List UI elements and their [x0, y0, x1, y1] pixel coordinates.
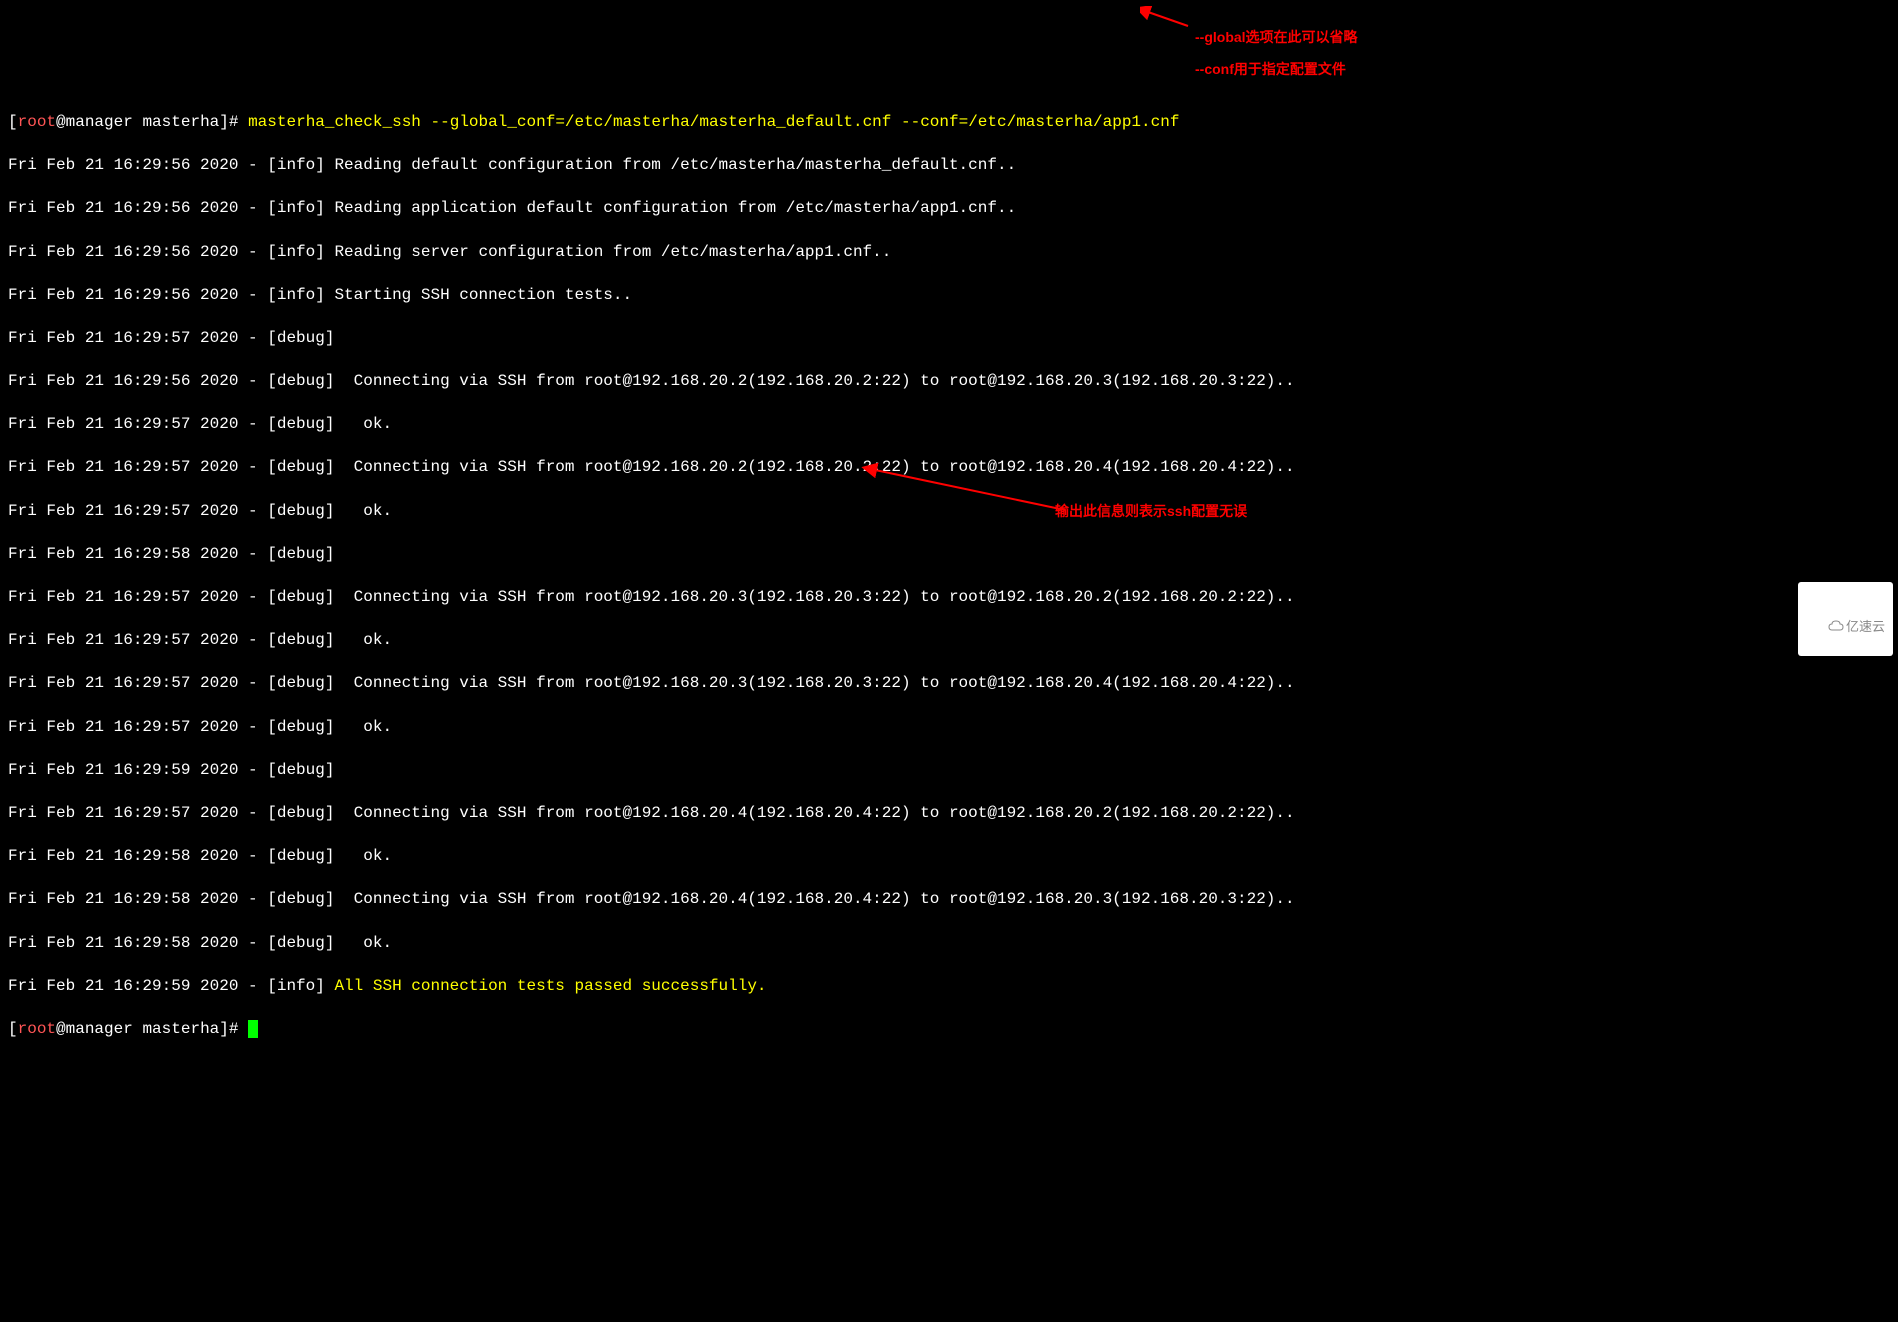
- cursor-icon: [248, 1020, 258, 1038]
- command-line: [root@manager masterha]# masterha_check_…: [8, 112, 1890, 134]
- terminal-output[interactable]: [root@manager masterha]# masterha_check_…: [8, 90, 1890, 1062]
- output-line: Fri Feb 21 16:29:58 2020 - [debug] ok.: [8, 933, 1890, 955]
- output-line: Fri Feb 21 16:29:57 2020 - [debug]: [8, 328, 1890, 350]
- output-line: Fri Feb 21 16:29:59 2020 - [debug]: [8, 760, 1890, 782]
- prompt-at: @: [56, 113, 66, 131]
- watermark: 亿速云: [1798, 582, 1893, 656]
- prompt-bracket-open: [: [8, 113, 18, 131]
- output-line: Fri Feb 21 16:29:56 2020 - [info] Readin…: [8, 155, 1890, 177]
- prompt-space: [238, 1020, 248, 1038]
- prompt-space: [238, 113, 248, 131]
- success-message: All SSH connection tests passed successf…: [334, 977, 766, 995]
- output-line: Fri Feb 21 16:29:57 2020 - [debug] ok.: [8, 414, 1890, 436]
- prompt-user: root: [18, 1020, 56, 1038]
- prompt-host: manager: [66, 113, 133, 131]
- output-line: Fri Feb 21 16:29:57 2020 - [debug] ok.: [8, 717, 1890, 739]
- prompt-path: masterha: [142, 113, 219, 131]
- command-text: masterha_check_ssh --global_conf=/etc/ma…: [248, 113, 1179, 131]
- cloud-icon: [1814, 601, 1844, 654]
- annotation-arrow-1: [1140, 6, 1190, 31]
- success-prefix: Fri Feb 21 16:29:59 2020 - [info]: [8, 977, 334, 995]
- prompt-path: masterha: [142, 1020, 219, 1038]
- annotation-text-global: --global选项在此可以省略: [1195, 28, 1358, 47]
- output-line: Fri Feb 21 16:29:56 2020 - [info] Readin…: [8, 242, 1890, 264]
- prompt-space: [133, 113, 143, 131]
- prompt-bracket-open: [: [8, 1020, 18, 1038]
- output-line: Fri Feb 21 16:29:57 2020 - [debug] Conne…: [8, 587, 1890, 609]
- prompt-space: [133, 1020, 143, 1038]
- output-line: Fri Feb 21 16:29:56 2020 - [debug] Conne…: [8, 371, 1890, 393]
- output-line: Fri Feb 21 16:29:57 2020 - [debug] Conne…: [8, 803, 1890, 825]
- prompt-line[interactable]: [root@manager masterha]#: [8, 1019, 1890, 1041]
- prompt-bracket-close: ]#: [219, 113, 238, 131]
- watermark-text: 亿速云: [1846, 619, 1885, 634]
- output-line: Fri Feb 21 16:29:56 2020 - [info] Starti…: [8, 285, 1890, 307]
- prompt-at: @: [56, 1020, 66, 1038]
- annotation-text-conf: --conf用于指定配置文件: [1195, 60, 1346, 79]
- output-line: Fri Feb 21 16:29:57 2020 - [debug] Conne…: [8, 457, 1890, 479]
- output-line: Fri Feb 21 16:29:57 2020 - [debug] ok.: [8, 501, 1890, 523]
- prompt-host: manager: [66, 1020, 133, 1038]
- output-line: Fri Feb 21 16:29:58 2020 - [debug] Conne…: [8, 889, 1890, 911]
- success-line: Fri Feb 21 16:29:59 2020 - [info] All SS…: [8, 976, 1890, 998]
- prompt-bracket-close: ]#: [219, 1020, 238, 1038]
- prompt-user: root: [18, 113, 56, 131]
- output-line: Fri Feb 21 16:29:58 2020 - [debug]: [8, 544, 1890, 566]
- annotation-text-success: 输出此信息则表示ssh配置无误: [1055, 502, 1247, 521]
- output-line: Fri Feb 21 16:29:58 2020 - [debug] ok.: [8, 846, 1890, 868]
- output-line: Fri Feb 21 16:29:56 2020 - [info] Readin…: [8, 198, 1890, 220]
- output-line: Fri Feb 21 16:29:57 2020 - [debug] Conne…: [8, 673, 1890, 695]
- output-line: Fri Feb 21 16:29:57 2020 - [debug] ok.: [8, 630, 1890, 652]
